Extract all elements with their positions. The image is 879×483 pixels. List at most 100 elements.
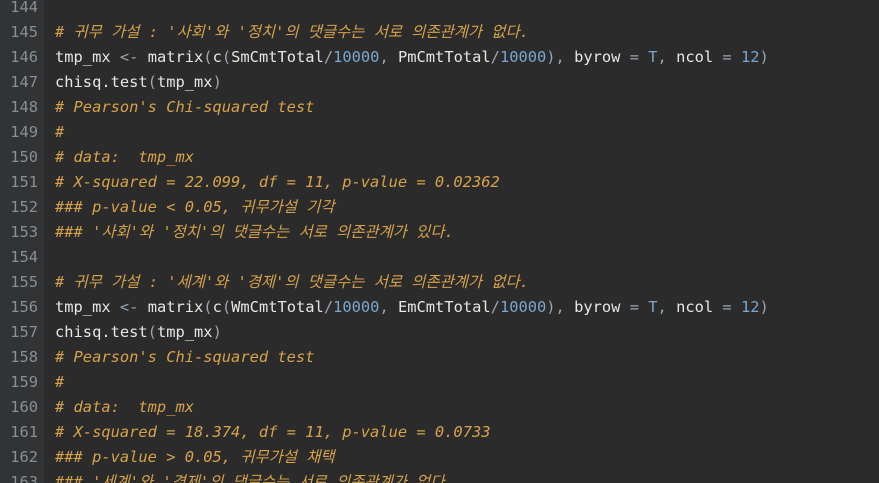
code-text[interactable]: ### p-value > 0.05, 귀무가설 채택 (38, 445, 335, 470)
comment-token: # (55, 123, 65, 141)
comment-token: ### p-value > 0.05, 귀무가설 채택 (55, 448, 335, 466)
operator-token: ( (147, 73, 157, 91)
identifier-token: tmp_mx (55, 48, 120, 66)
code-text[interactable]: # X-squared = 18.374, df = 11, p-value =… (38, 420, 491, 445)
number-token: 10000 (499, 298, 547, 316)
code-line[interactable]: 151 # X-squared = 22.099, df = 11, p-valu… (0, 170, 879, 195)
comment-token: # X-squared = 18.374, df = 11, p-value =… (55, 423, 491, 441)
operator-token: <- (119, 298, 139, 316)
code-text[interactable]: chisq.test(tmp_mx) (38, 320, 222, 345)
code-line[interactable]: 155 # 귀무 가설 : '세계'와 '경제'의 댓글수는 서로 의존관계가 없… (0, 270, 879, 295)
code-text[interactable]: # X-squared = 22.099, df = 11, p-value =… (38, 170, 500, 195)
line-number: 153 (10, 223, 38, 241)
code-text[interactable]: ### '사회'와 '정치'의 댓글수는 서로 의존관계가 있다. (38, 220, 454, 245)
identifier-token: byrow (574, 298, 630, 316)
operator-token: <- (119, 48, 139, 66)
code-line[interactable]: 161 # X-squared = 18.374, df = 11, p-valu… (0, 420, 879, 445)
operator-token: / (490, 48, 500, 66)
line-number: 154 (10, 248, 38, 266)
operator-token: , (379, 298, 398, 316)
code-text[interactable] (38, 245, 55, 270)
code-text[interactable]: # data: tmp_mx (38, 395, 194, 420)
code-line[interactable]: 144 (0, 0, 879, 20)
line-number: 151 (10, 173, 38, 191)
code-text[interactable]: # Pearson's Chi-squared test (38, 345, 314, 370)
code-line[interactable]: 157 chisq.test(tmp_mx) (0, 320, 879, 345)
code-lines[interactable]: 144 145 # 귀무 가설 : '사회'와 '정치'의 댓글수는 서로 의존관계… (0, 0, 879, 483)
code-line[interactable]: 147 chisq.test(tmp_mx) (0, 70, 879, 95)
code-line[interactable]: 160 # data: tmp_mx (0, 395, 879, 420)
operator-token: ), (546, 48, 575, 66)
number-token: 10000 (333, 48, 380, 66)
code-line[interactable]: 162 ### p-value > 0.05, 귀무가설 채택 (0, 445, 879, 470)
code-text[interactable]: # (38, 370, 64, 395)
code-text[interactable]: # (38, 120, 64, 145)
comment-token: # data: tmp_mx (55, 148, 194, 166)
comment-token: ### '세계'와 '경제'의 댓글수는 서로 의존관계가 없다. (55, 473, 454, 483)
operator-token: ) (759, 298, 769, 316)
comment-token: # Pearson's Chi-squared test (55, 348, 315, 366)
code-line[interactable]: 149 # (0, 120, 879, 145)
code-line[interactable]: 153 ### '사회'와 '정치'의 댓글수는 서로 의존관계가 있다. (0, 220, 879, 245)
operator-token: , (379, 48, 398, 66)
line-number: 146 (10, 48, 38, 66)
line-number: 163 (10, 473, 38, 483)
operator-token: ( (203, 298, 213, 316)
line-number: 159 (10, 373, 38, 391)
comment-token: # X-squared = 22.099, df = 11, p-value =… (55, 173, 500, 191)
number-token: 10000 (499, 48, 547, 66)
operator-token: ) (759, 48, 769, 66)
code-line[interactable]: 154 (0, 245, 879, 270)
code-line[interactable]: 163 ### '세계'와 '경제'의 댓글수는 서로 의존관계가 없다. (0, 470, 879, 483)
identifier-token: ncol (676, 48, 723, 66)
operator-token: ( (147, 323, 157, 341)
line-number: 155 (10, 273, 38, 291)
comment-token: ### '사회'와 '정치'의 댓글수는 서로 의존관계가 있다. (55, 223, 454, 241)
comment-token: # 귀무 가설 : '세계'와 '경제'의 댓글수는 서로 의존관계가 없다. (55, 273, 529, 291)
code-text[interactable]: tmp_mx <- matrix(c(WmCmtTotal/10000, EmC… (38, 295, 769, 320)
identifier-token: c (212, 48, 222, 66)
operator-token: = (629, 48, 649, 66)
code-text[interactable]: # 귀무 가설 : '세계'와 '경제'의 댓글수는 서로 의존관계가 없다. (38, 270, 529, 295)
comment-token: ### p-value < 0.05, 귀무가설 기각 (55, 198, 335, 216)
constant-token: T (648, 48, 658, 66)
operator-token: ), (546, 298, 575, 316)
operator-token: / (323, 298, 334, 316)
code-line[interactable]: 148 # Pearson's Chi-squared test (0, 95, 879, 120)
line-number: 144 (10, 0, 38, 16)
identifier-token: byrow (574, 48, 630, 66)
operator-token: = (722, 48, 741, 66)
code-line[interactable]: 156 tmp_mx <- matrix(c(WmCmtTotal/10000, … (0, 295, 879, 320)
code-text[interactable]: # 귀무 가설 : '사회'와 '정치'의 댓글수는 서로 의존관계가 없다. (38, 20, 529, 45)
code-line[interactable]: 152 ### p-value < 0.05, 귀무가설 기각 (0, 195, 879, 220)
number-token: 12 (740, 48, 760, 66)
code-line[interactable]: 150 # data: tmp_mx (0, 145, 879, 170)
identifier-token: chisq.test (55, 323, 148, 341)
code-line[interactable]: 146 tmp_mx <- matrix(c(SmCmtTotal/10000, … (0, 45, 879, 70)
comment-token: # Pearson's Chi-squared test (55, 98, 315, 116)
code-text[interactable] (38, 0, 55, 20)
code-text[interactable]: chisq.test(tmp_mx) (38, 70, 222, 95)
identifier-token: ncol (676, 298, 723, 316)
number-token: 10000 (333, 298, 380, 316)
operator-token: ) (212, 323, 222, 341)
constant-token: T (648, 298, 658, 316)
comment-token: # 귀무 가설 : '사회'와 '정치'의 댓글수는 서로 의존관계가 없다. (55, 23, 529, 41)
code-text[interactable]: # Pearson's Chi-squared test (38, 95, 314, 120)
code-line[interactable]: 145 # 귀무 가설 : '사회'와 '정치'의 댓글수는 서로 의존관계가 없… (0, 20, 879, 45)
code-text[interactable]: # data: tmp_mx (38, 145, 194, 170)
code-editor[interactable]: 144 145 # 귀무 가설 : '사회'와 '정치'의 댓글수는 서로 의존관계… (0, 0, 879, 483)
code-text[interactable]: ### '세계'와 '경제'의 댓글수는 서로 의존관계가 없다. (38, 470, 454, 483)
code-text[interactable]: tmp_mx <- matrix(c(SmCmtTotal/10000, PmC… (38, 45, 769, 70)
code-line[interactable]: 159 # (0, 370, 879, 395)
identifier-token: matrix (138, 48, 204, 66)
operator-token: ) (212, 73, 222, 91)
number-token: 12 (740, 298, 760, 316)
identifier-token: PmCmtTotal (397, 48, 491, 66)
code-text[interactable]: ### p-value < 0.05, 귀무가설 기각 (38, 195, 335, 220)
code-line[interactable]: 158 # Pearson's Chi-squared test (0, 345, 879, 370)
identifier-token: matrix (138, 298, 204, 316)
line-number: 145 (10, 23, 38, 41)
operator-token: ( (221, 48, 232, 66)
line-number: 161 (10, 423, 38, 441)
